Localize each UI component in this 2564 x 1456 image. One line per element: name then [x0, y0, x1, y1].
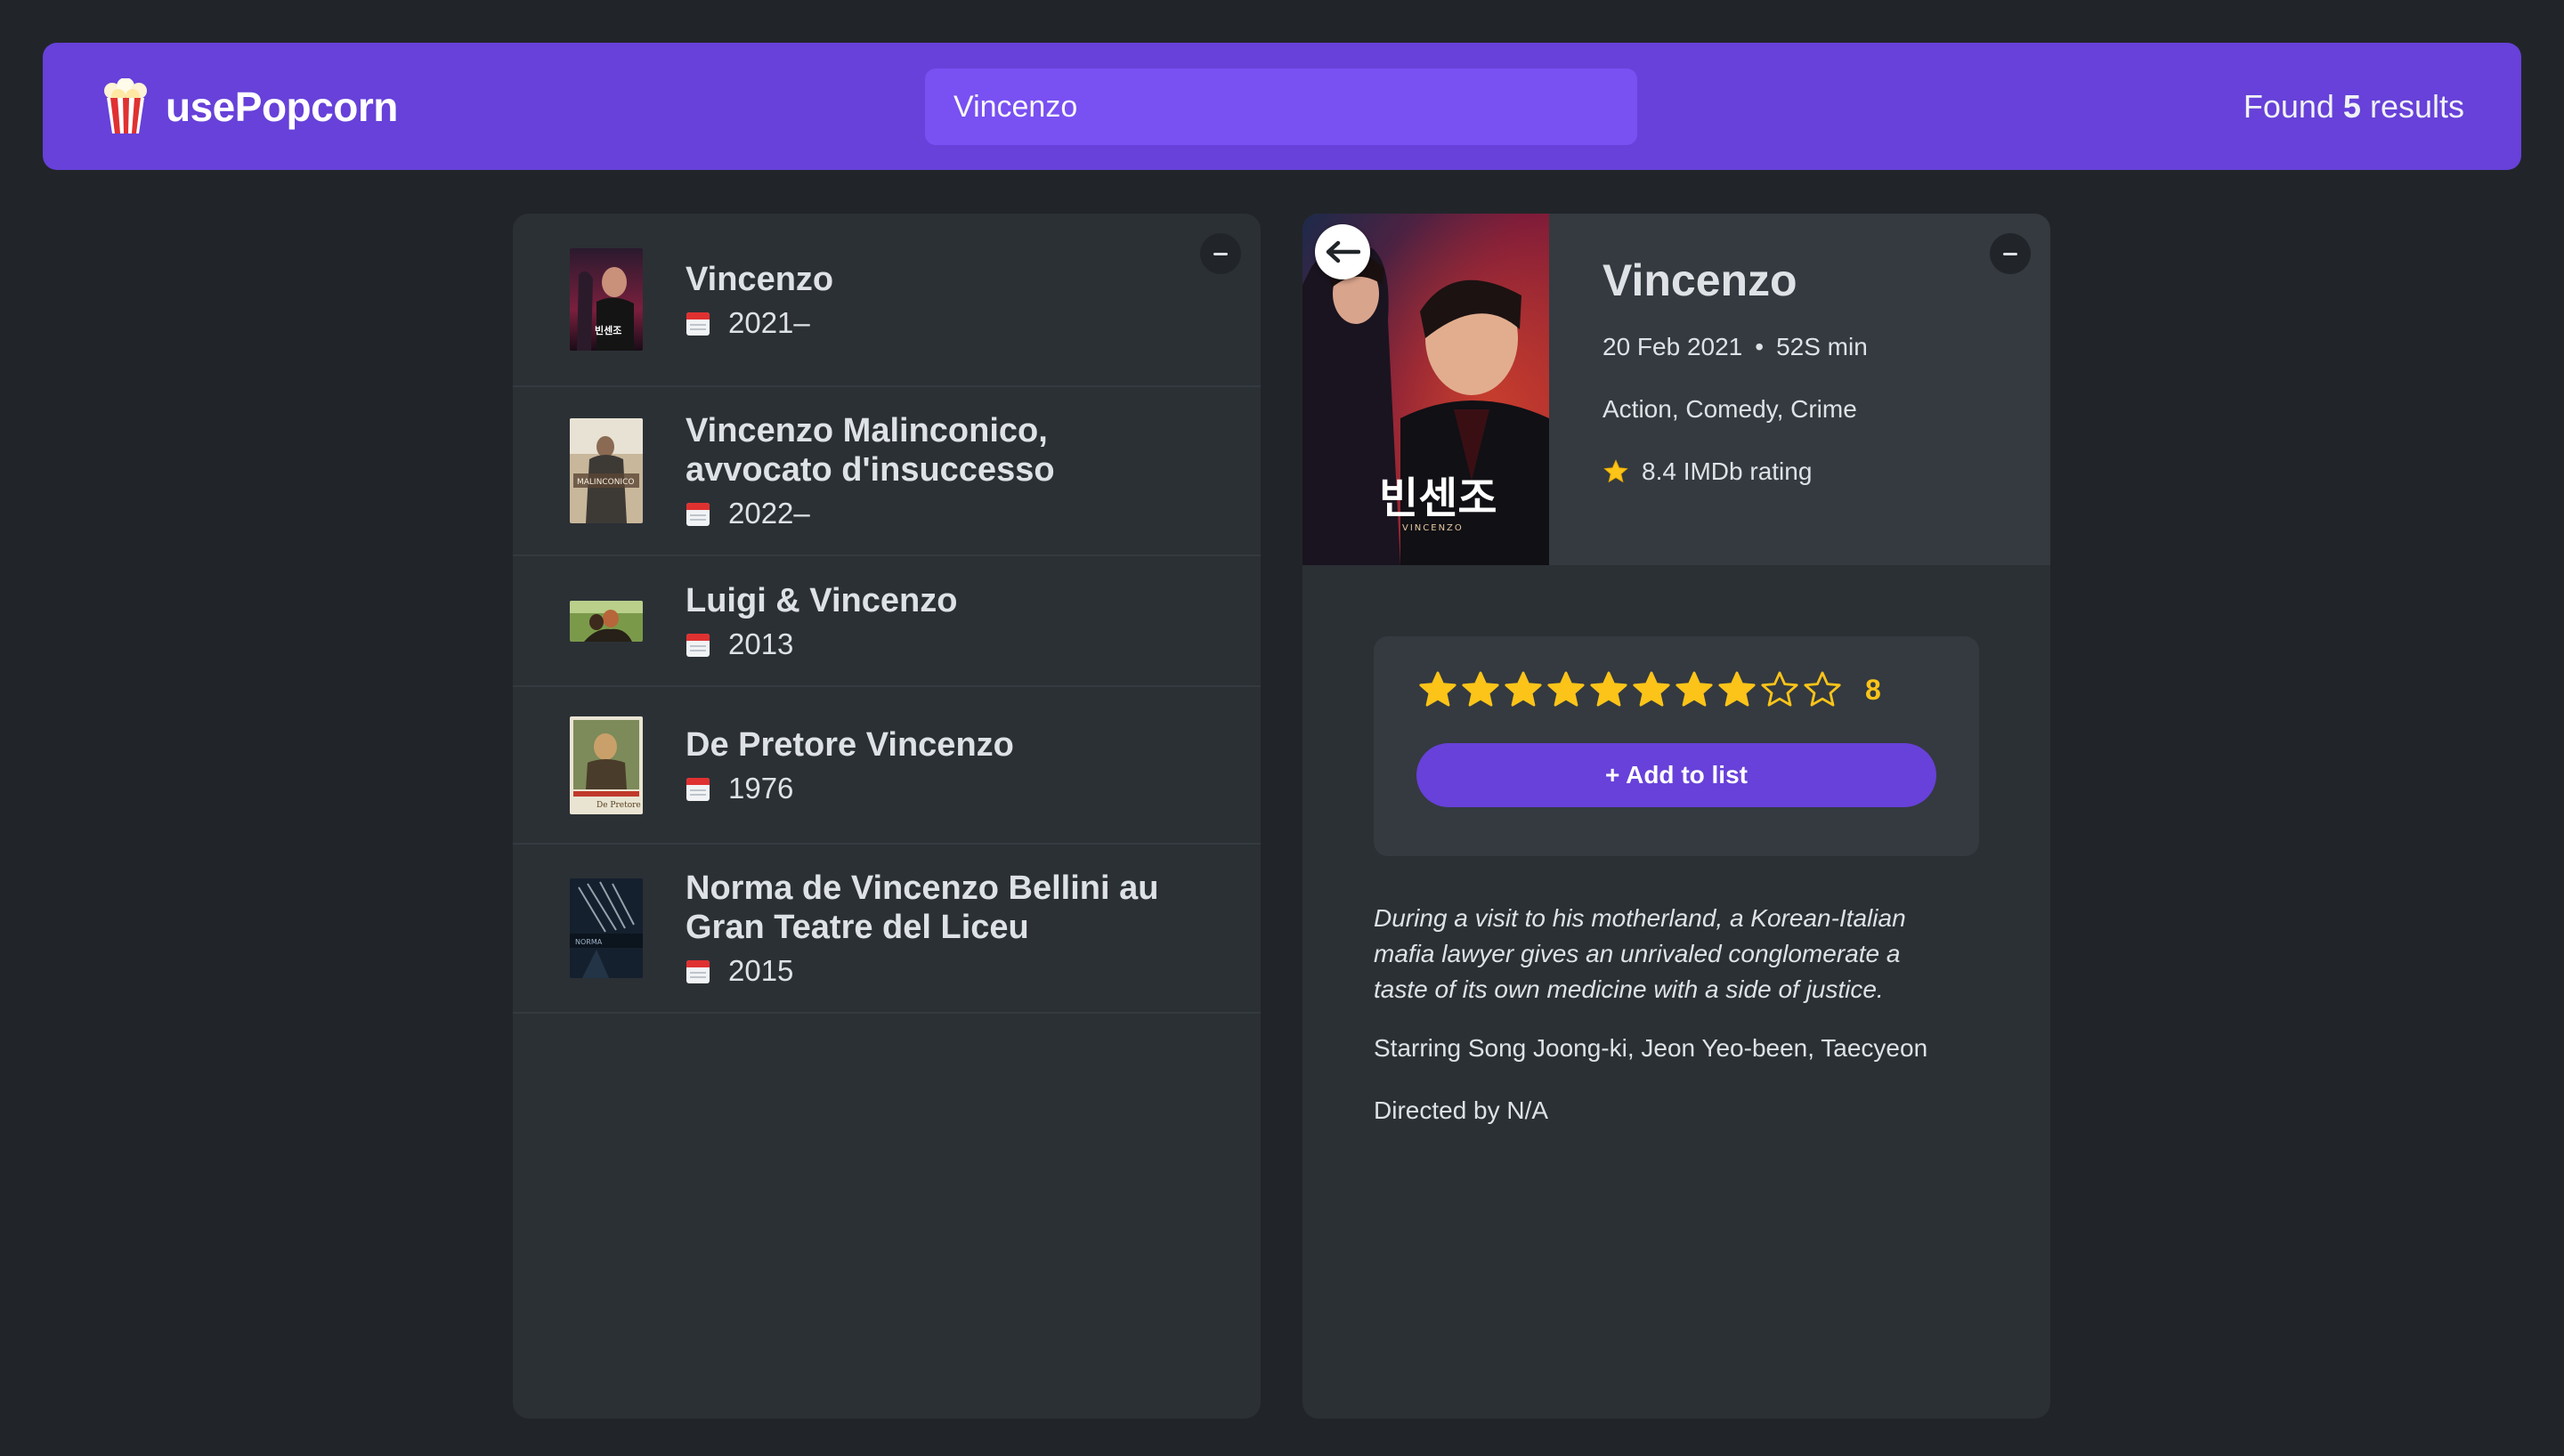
- movie-meta: 2013: [686, 627, 957, 661]
- calendar-icon: [686, 310, 710, 336]
- poster-subtitle: VINCENZO: [1402, 523, 1464, 533]
- minus-icon: [2003, 252, 2017, 255]
- movie-year: 2022–: [728, 497, 810, 530]
- poster-wrap: NORMA: [570, 878, 643, 978]
- results-suffix: results: [2369, 87, 2464, 125]
- results-count: Found 5 results: [2244, 88, 2464, 125]
- calendar-icon: [686, 958, 710, 984]
- movie-info: Vincenzo Malinconico, avvocato d'insucce…: [686, 411, 1204, 530]
- minus-icon: [1213, 252, 1228, 255]
- logo-text: usePopcorn: [166, 83, 398, 130]
- details-header: 빈센조 VINCENZO Vincenzo 20 Feb 2021 • 52S …: [1302, 214, 2050, 565]
- search-input[interactable]: [925, 69, 1637, 145]
- rating-star-6[interactable]: [1630, 668, 1673, 711]
- movie-year: 1976: [728, 771, 794, 805]
- rating-star-8[interactable]: [1716, 668, 1758, 711]
- movie-meta: 2015: [686, 954, 1204, 988]
- movie-info: Luigi & Vincenzo 2013: [686, 581, 957, 661]
- back-button[interactable]: [1315, 224, 1370, 279]
- genre-text: Action, Comedy, Crime: [1602, 395, 1857, 423]
- results-number: 5: [2342, 87, 2361, 125]
- movie-plot: During a visit to his motherland, a Kore…: [1374, 904, 1906, 1003]
- arrow-left-icon: [1326, 240, 1360, 263]
- genre: Action, Comedy, Crime: [1602, 395, 1868, 424]
- movie-info: Norma de Vincenzo Bellini au Gran Teatre…: [686, 869, 1204, 988]
- svg-text:빈센조: 빈센조: [595, 324, 621, 336]
- details-poster: 빈센조 VINCENZO: [1302, 214, 1549, 565]
- rating-box: 8 + Add to list: [1374, 636, 1979, 856]
- movie-title: Vincenzo: [686, 260, 834, 298]
- movie-info: Vincenzo 2021–: [686, 260, 833, 340]
- calendar-icon: [686, 775, 710, 802]
- poster-wrap: 빈센조: [570, 248, 643, 351]
- calendar-icon: [686, 500, 710, 527]
- movie-list-item[interactable]: NORMA Norma de Vincenzo Bellini au Gran …: [513, 845, 1261, 1014]
- poster-wrap: [570, 600, 643, 642]
- movie-starring: Starring Song Joong-ki, Jeon Yeo-been, T…: [1374, 1034, 1928, 1062]
- collapse-list-button[interactable]: [1200, 233, 1241, 274]
- movie-list-item[interactable]: De Pretore De Pretore Vincenzo 1976: [513, 687, 1261, 845]
- rating-star-10[interactable]: [1801, 668, 1844, 711]
- imdb-rating: 8.4 IMDb rating: [1602, 457, 1868, 486]
- user-rating-number: 8: [1865, 673, 1881, 706]
- top-nav: usePopcorn Found 5 results: [43, 43, 2521, 170]
- movie-title: De Pretore Vincenzo: [686, 725, 1014, 764]
- popcorn-icon: [101, 77, 150, 135]
- movie-poster: De Pretore: [570, 716, 643, 814]
- movie-list-item[interactable]: 빈센조 Vincenzo 2021–: [513, 214, 1261, 387]
- results-prefix: Found: [2243, 87, 2334, 125]
- movie-details-box: 빈센조 VINCENZO Vincenzo 20 Feb 2021 • 52S …: [1302, 214, 2050, 1419]
- movie-meta: 2022–: [686, 497, 1204, 530]
- rating-star-7[interactable]: [1673, 668, 1716, 711]
- movie-list-item[interactable]: Luigi & Vincenzo 2013: [513, 556, 1261, 687]
- movie-info: De Pretore Vincenzo 1976: [686, 725, 1014, 805]
- search-results-box: 빈센조 Vincenzo 2021– MALINCONICO Vincenzo …: [513, 214, 1261, 1419]
- star-rating: 8: [1416, 668, 1936, 711]
- svg-text:NORMA: NORMA: [575, 938, 603, 946]
- rating-star-4[interactable]: [1545, 668, 1587, 711]
- add-to-list-button[interactable]: + Add to list: [1416, 743, 1936, 807]
- movie-poster: MALINCONICO: [570, 418, 643, 523]
- poster-title: 빈센조: [1379, 473, 1497, 523]
- rating-star-2[interactable]: [1459, 668, 1502, 711]
- movie-title: Luigi & Vincenzo: [686, 581, 958, 619]
- imdb-rating-text: 8.4 IMDb rating: [1642, 457, 1813, 485]
- svg-text:MALINCONICO: MALINCONICO: [577, 478, 634, 487]
- runtime: 52S min: [1776, 333, 1868, 360]
- movie-year: 2013: [728, 627, 794, 660]
- details-title: Vincenzo: [1602, 255, 1797, 305]
- movie-title: Vincenzo Malinconico, avvocato d'insucce…: [686, 412, 1055, 489]
- collapse-details-button[interactable]: [1990, 233, 2031, 274]
- movie-poster: [570, 600, 643, 642]
- details-overview: Vincenzo 20 Feb 2021 • 52S min Action, C…: [1549, 214, 1868, 565]
- poster-wrap: De Pretore: [570, 716, 643, 814]
- poster-wrap: MALINCONICO: [570, 418, 643, 523]
- details-body: 8 + Add to list During a visit to his mo…: [1302, 565, 2050, 1125]
- rating-star-1[interactable]: [1416, 668, 1459, 711]
- logo: usePopcorn: [101, 77, 398, 135]
- movie-list: 빈센조 Vincenzo 2021– MALINCONICO Vincenzo …: [513, 214, 1261, 1014]
- movie-meta: 1976: [686, 772, 1014, 805]
- movie-list-item[interactable]: MALINCONICO Vincenzo Malinconico, avvoca…: [513, 387, 1261, 556]
- movie-poster: NORMA: [570, 878, 643, 978]
- svg-text:De Pretore: De Pretore: [596, 801, 641, 810]
- movie-meta: 2021–: [686, 306, 833, 340]
- rating-star-3[interactable]: [1502, 668, 1545, 711]
- star-icon: [1603, 459, 1628, 483]
- movie-director: Directed by N/A: [1374, 1096, 1549, 1124]
- rating-star-5[interactable]: [1587, 668, 1630, 711]
- separator-dot: •: [1755, 333, 1765, 360]
- release-date: 20 Feb 2021: [1602, 333, 1743, 360]
- movie-poster: 빈센조: [570, 248, 643, 351]
- movie-title: Norma de Vincenzo Bellini au Gran Teatre…: [686, 870, 1159, 946]
- calendar-icon: [686, 631, 710, 658]
- rating-star-9[interactable]: [1758, 668, 1801, 711]
- release-runtime: 20 Feb 2021 • 52S min: [1602, 333, 1868, 361]
- movie-year: 2021–: [728, 305, 810, 339]
- movie-year: 2015: [728, 954, 794, 987]
